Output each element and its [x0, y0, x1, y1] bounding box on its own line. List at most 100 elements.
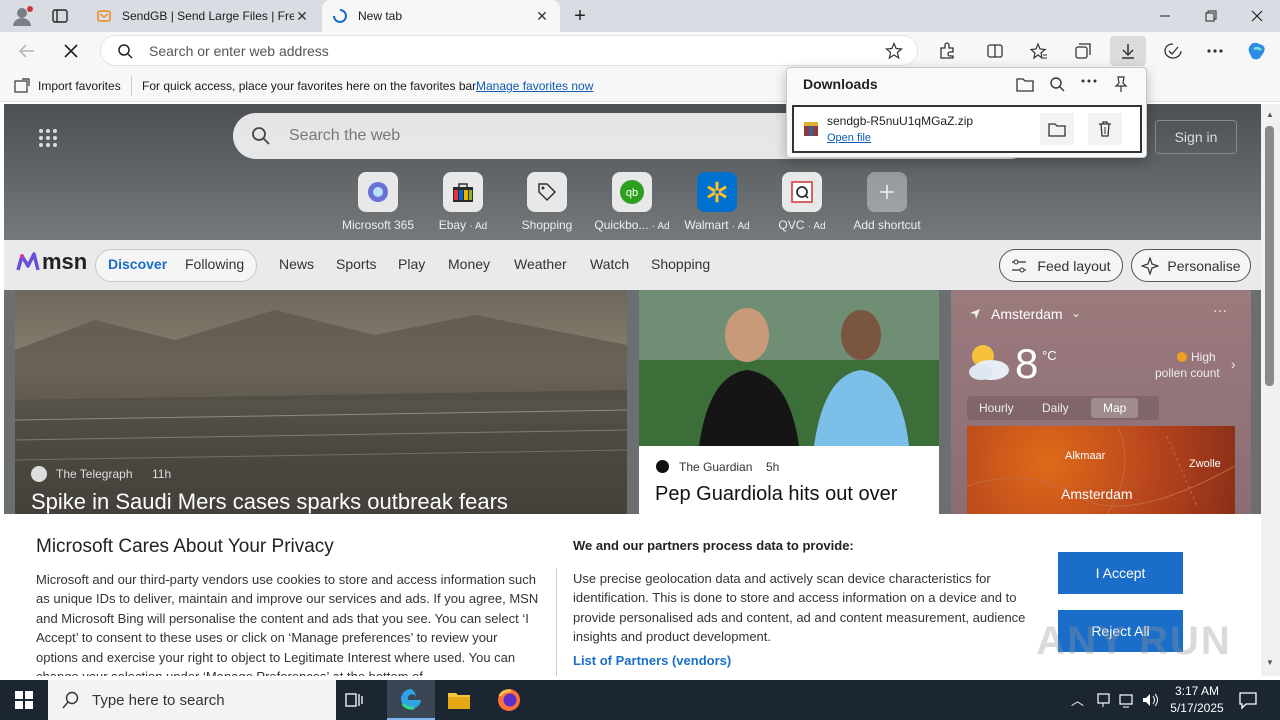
shortcut-qvc[interactable]: QVC · Ad [760, 172, 844, 232]
scroll-down-arrow-icon[interactable]: ▼ [1266, 658, 1274, 667]
windows-start-icon[interactable] [0, 680, 48, 720]
delete-download-icon[interactable] [1088, 113, 1122, 145]
weather-tab-hourly[interactable]: Hourly [979, 401, 1014, 415]
feed-layout-button[interactable]: Feed layout [999, 249, 1123, 282]
minimize-button[interactable] [1142, 0, 1188, 32]
file-explorer-icon[interactable] [447, 689, 471, 711]
taskbar-search-input[interactable]: Type here to search [92, 692, 225, 709]
taskbar-search[interactable]: Type here to search [48, 680, 336, 720]
chevron-up-icon[interactable]: ︿ [1071, 690, 1084, 709]
msn-logo[interactable]: msn [16, 249, 87, 275]
tab-discover[interactable]: Discover [108, 256, 167, 272]
shortcut-walmart[interactable]: Walmart · Ad [675, 172, 759, 232]
copilot-icon[interactable] [1242, 36, 1272, 66]
open-file-link[interactable]: Open file [827, 132, 871, 144]
address-input[interactable]: Search or enter web address [149, 43, 329, 59]
nav-play[interactable]: Play [398, 256, 425, 272]
browser-essentials-icon[interactable] [1158, 36, 1188, 66]
stop-loading-icon[interactable] [56, 36, 86, 66]
extensions-icon[interactable] [932, 36, 962, 66]
sign-in-button[interactable]: Sign in [1155, 120, 1237, 154]
pollen-level: High [1191, 350, 1216, 364]
partners-body: Use precise geolocation data and activel… [573, 571, 1026, 645]
back-arrow-icon[interactable] [12, 36, 42, 66]
scroll-up-arrow-icon[interactable]: ▲ [1266, 110, 1274, 119]
shortcut-ebay[interactable]: Ebay · Ad [421, 172, 505, 232]
tab-sendgb[interactable]: SendGB | Send Large Files | Free f ✕ [86, 0, 320, 32]
more-options-icon[interactable]: ··· [1213, 302, 1227, 318]
tab-new-tab[interactable]: New tab ✕ [322, 0, 560, 32]
web-search-input[interactable]: Search the web [289, 127, 400, 145]
tab-following[interactable]: Following [185, 256, 244, 272]
clock-date[interactable]: 5/17/2025 [1164, 701, 1230, 715]
favorites-icon[interactable] [1024, 36, 1054, 66]
loading-icon [332, 8, 348, 24]
shortcut-label: Walmart [684, 218, 729, 232]
close-window-button[interactable] [1234, 0, 1280, 32]
search-downloads-icon[interactable] [1049, 76, 1065, 92]
import-favorites-button[interactable]: Import favorites [38, 79, 121, 93]
ethernet-icon[interactable] [1119, 692, 1135, 708]
guardian-headline[interactable]: Pep Guardiola hits out over [655, 483, 897, 506]
downloads-icon[interactable] [1110, 36, 1146, 66]
weather-location[interactable]: Amsterdam [991, 306, 1063, 322]
task-view-icon[interactable] [344, 690, 364, 710]
weather-card[interactable]: Amsterdam ⌄ ··· 8 °C High pollen count ›… [951, 290, 1251, 514]
close-tab-icon[interactable]: ✕ [294, 8, 310, 25]
nav-sports[interactable]: Sports [336, 256, 376, 272]
accept-button[interactable]: I Accept [1058, 552, 1183, 594]
close-tab-icon[interactable]: ✕ [534, 8, 550, 25]
clock-time[interactable]: 3:17 AM [1172, 684, 1222, 698]
shortcut-quickbooks[interactable]: qb Quickbo... · Ad [590, 172, 674, 232]
new-tab-button[interactable]: + [568, 4, 592, 28]
shortcut-add[interactable]: Add shortcut [845, 172, 929, 232]
profile-icon[interactable] [10, 5, 34, 27]
partners-link[interactable]: List of Partners (vendors) [573, 653, 731, 668]
favorite-star-icon[interactable] [885, 42, 903, 60]
partners-heading: We and our partners process data to prov… [573, 538, 854, 553]
firefox-icon[interactable] [497, 688, 521, 712]
guardian-news-card[interactable]: The Guardian 5h Pep Guardiola hits out o… [639, 290, 939, 514]
guardian-age: 5h [766, 460, 780, 474]
nav-weather[interactable]: Weather [514, 256, 567, 272]
nav-money[interactable]: Money [448, 256, 490, 272]
weather-map[interactable]: Alkmaar Zwolle Amsterdam [967, 426, 1235, 514]
page-scrollbar[interactable]: ▲ ▼ [1261, 104, 1280, 676]
pin-icon[interactable] [1113, 75, 1129, 93]
address-bar[interactable]: Search or enter web address [100, 35, 918, 66]
scrollbar-thumb[interactable] [1265, 126, 1274, 386]
split-screen-icon[interactable] [980, 36, 1010, 66]
chevron-right-icon[interactable]: › [1231, 356, 1236, 372]
ad-badge: · Ad [651, 221, 670, 232]
guardian-source: The Guardian [679, 460, 753, 474]
zip-file-icon [803, 120, 819, 138]
volume-icon[interactable] [1142, 692, 1160, 708]
open-downloads-folder-icon[interactable] [1016, 76, 1034, 92]
nav-watch[interactable]: Watch [590, 256, 629, 272]
restore-button[interactable] [1188, 0, 1234, 32]
nav-news[interactable]: News [279, 256, 314, 272]
collections-icon[interactable] [1068, 36, 1098, 66]
notifications-icon[interactable] [1238, 690, 1258, 710]
hero-news-card[interactable]: The Telegraph 11h Spike in Saudi Mers ca… [15, 290, 627, 514]
more-options-icon[interactable] [1081, 78, 1097, 84]
show-in-folder-icon[interactable] [1040, 113, 1074, 145]
weather-tab-daily[interactable]: Daily [1042, 401, 1069, 415]
tab-actions-icon[interactable] [50, 7, 70, 25]
shortcut-label: Microsoft 365 [341, 218, 415, 232]
settings-more-icon[interactable] [1200, 36, 1230, 66]
chevron-down-icon[interactable]: ⌄ [1071, 306, 1081, 320]
download-item[interactable]: sendgb-R5nuU1qMGaZ.zip Open file [792, 105, 1142, 153]
manage-favorites-link[interactable]: Manage favorites now [476, 79, 593, 93]
nav-shopping[interactable]: Shopping [651, 256, 710, 272]
network-status-icon[interactable] [1096, 692, 1112, 708]
ad-badge: · Ad [807, 221, 826, 232]
personalise-button[interactable]: Personalise [1131, 249, 1251, 282]
weather-tab-map[interactable]: Map [1091, 398, 1139, 418]
apps-launcher-icon[interactable] [38, 128, 58, 148]
edge-taskbar-icon[interactable] [387, 680, 435, 720]
shortcut-shopping[interactable]: Shopping [505, 172, 589, 232]
hero-headline[interactable]: Spike in Saudi Mers cases sparks outbrea… [31, 489, 508, 514]
shortcut-microsoft-365[interactable]: Microsoft 365 [336, 172, 420, 232]
ad-badge: · Ad [731, 221, 750, 232]
